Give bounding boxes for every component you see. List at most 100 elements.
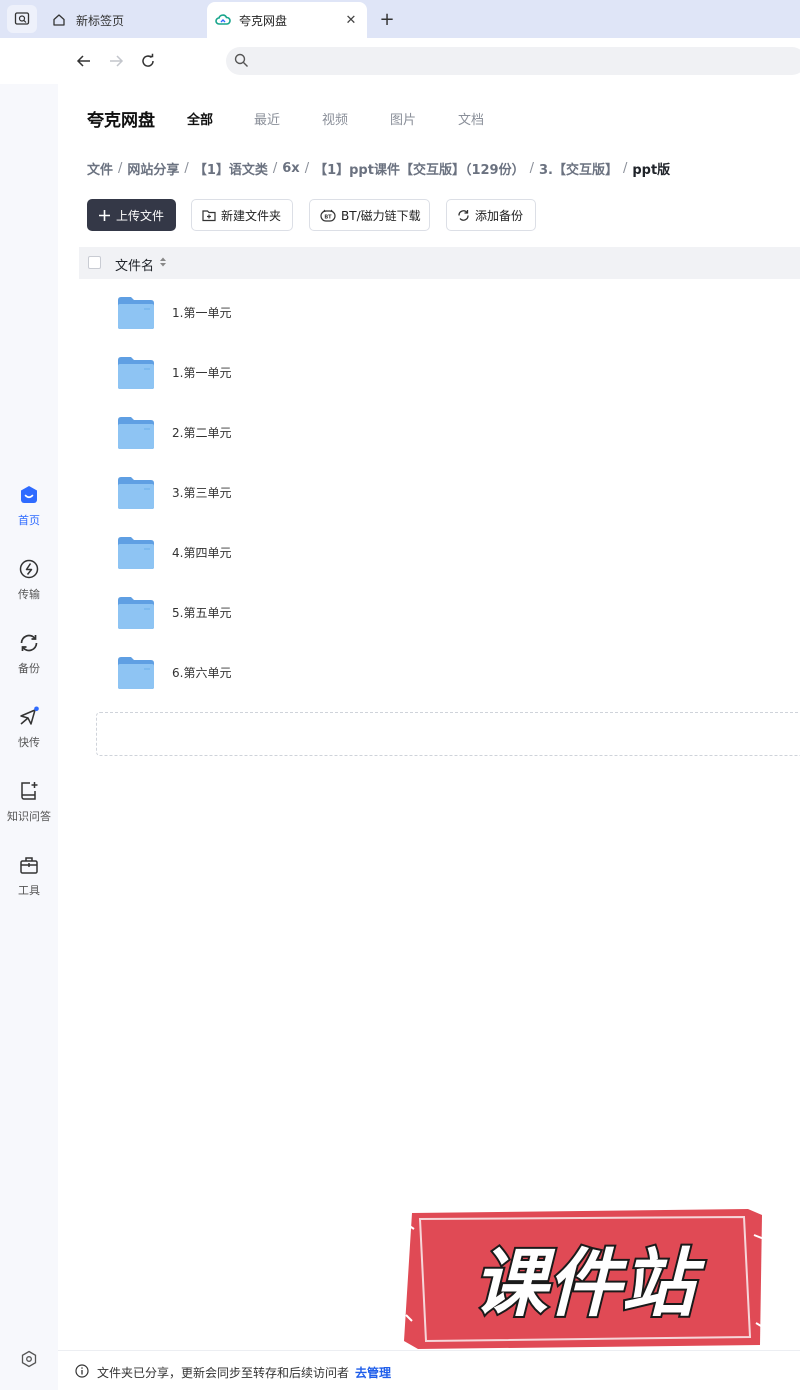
select-all-checkbox[interactable]: [88, 256, 101, 269]
sync-icon: [20, 634, 38, 652]
upload-button-label: 上传文件: [116, 208, 165, 223]
file-row[interactable]: 1.第一单元: [79, 343, 800, 403]
info-icon: [75, 1364, 89, 1378]
home-icon: [53, 14, 65, 26]
breadcrumb-separator: /: [529, 160, 534, 176]
sort-icon[interactable]: [159, 256, 167, 268]
new-folder-button[interactable]: 新建文件夹: [191, 199, 293, 231]
file-name: 6.第六单元: [172, 666, 232, 680]
breadcrumb: 文件 / 网站分享 / 【1】语文类 / 6x / 【1】ppt课件【交互版】（…: [87, 159, 671, 178]
sidebar-item-knowledge[interactable]: 知识问答: [0, 780, 58, 824]
toolbox-icon: [20, 857, 38, 874]
reload-icon[interactable]: [137, 50, 159, 72]
file-name: 5.第五单元: [172, 606, 232, 620]
folder-icon: [118, 357, 154, 389]
breadcrumb-item[interactable]: 【1】ppt课件【交互版】（129份）: [314, 159, 525, 178]
close-icon[interactable]: ✕: [343, 12, 359, 28]
watermark-text: 课件站: [473, 1241, 706, 1327]
breadcrumb-separator: /: [184, 160, 189, 176]
transfer-icon: [19, 559, 39, 579]
folder-icon: [118, 417, 154, 449]
file-row[interactable]: 5.第五单元: [79, 583, 800, 643]
bt-icon: BT: [320, 209, 336, 222]
sidebar-item-quick-send[interactable]: 快传: [0, 706, 58, 750]
file-name: 2.第二单元: [172, 426, 232, 440]
breadcrumb-item[interactable]: 3.【交互版】: [539, 159, 618, 178]
file-row[interactable]: 3.第三单元: [79, 463, 800, 523]
svg-text:BT: BT: [324, 214, 332, 220]
file-name: 4.第四单元: [172, 546, 232, 560]
knowledge-icon: [21, 782, 38, 800]
breadcrumb-current: ppt版: [632, 162, 671, 178]
breadcrumb-separator: /: [118, 160, 123, 176]
watermark-stamp: 课件站: [404, 1209, 767, 1349]
sidebar-item-label: 工具: [18, 884, 40, 897]
send-icon: [20, 706, 39, 725]
back-arrow-icon[interactable]: [73, 50, 95, 72]
folder-icon: [118, 297, 154, 329]
tab-quark-drive[interactable]: 夸克网盘 ✕: [207, 2, 367, 38]
share-status-text: 文件夹已分享，更新会同步至转存和后续访问者: [97, 1366, 350, 1380]
breadcrumb-item[interactable]: 6x: [282, 161, 299, 176]
folder-icon: [118, 597, 154, 629]
file-table-header: 文件名: [79, 247, 800, 279]
file-row[interactable]: 1.第一单元: [79, 283, 800, 343]
sidebar-item-tools[interactable]: 工具: [0, 854, 58, 898]
file-row[interactable]: 2.第二单元: [79, 403, 800, 463]
search-icon: [234, 53, 248, 67]
breadcrumb-separator: /: [622, 160, 628, 176]
sidebar-item-backup[interactable]: 备份: [0, 632, 58, 676]
sync-icon: [457, 209, 470, 222]
file-name: 1.第一单元: [172, 306, 232, 320]
sidebar-item-label: 首页: [18, 514, 40, 527]
tab-label: 夸克网盘: [239, 13, 288, 28]
cloud-icon: [215, 14, 231, 25]
upload-button[interactable]: 上传文件: [87, 199, 176, 231]
plus-icon: [98, 209, 111, 222]
tab-recent[interactable]: 最近: [254, 109, 280, 128]
tab-search-icon[interactable]: [7, 5, 37, 33]
breadcrumb-item[interactable]: 网站分享: [127, 159, 179, 178]
breadcrumb-separator: /: [272, 160, 278, 176]
sidebar-item-transfer[interactable]: 传输: [0, 558, 58, 602]
tab-document[interactable]: 文档: [458, 109, 484, 128]
tab-all[interactable]: 全部: [187, 109, 213, 128]
breadcrumb-separator: /: [304, 160, 310, 176]
folder-icon: [118, 477, 154, 509]
new-tab-button[interactable]: +: [376, 8, 398, 30]
bt-download-button-label: BT/磁力链下载: [341, 208, 421, 223]
bt-download-button[interactable]: BT BT/磁力链下载: [309, 199, 430, 231]
file-row[interactable]: 6.第六单元: [79, 643, 800, 703]
add-backup-button-label: 添加备份: [475, 208, 524, 223]
home-face-icon: [21, 486, 37, 503]
file-row[interactable]: 4.第四单元: [79, 523, 800, 583]
file-name: 1.第一单元: [172, 366, 232, 380]
drop-zone[interactable]: [96, 712, 800, 756]
url-input[interactable]: [226, 47, 800, 75]
tab-new-tab[interactable]: 新标签页: [42, 2, 202, 38]
left-sidebar: 首页 传输 备份 快传 知识问答 工具: [0, 84, 58, 1390]
folder-icon: [118, 537, 154, 569]
sidebar-item-home[interactable]: 首页: [0, 484, 58, 528]
breadcrumb-item[interactable]: 【1】语文类: [194, 159, 268, 178]
settings-icon[interactable]: [20, 1350, 38, 1372]
file-name: 3.第三单元: [172, 486, 232, 500]
new-folder-button-label: 新建文件夹: [221, 208, 282, 223]
column-header-name[interactable]: 文件名: [115, 255, 154, 274]
sidebar-item-label: 传输: [18, 588, 40, 601]
folder-icon: [118, 657, 154, 689]
add-backup-button[interactable]: 添加备份: [446, 199, 536, 231]
address-bar: [0, 38, 800, 84]
app-brand: 夸克网盘: [87, 111, 155, 131]
tab-label: 新标签页: [76, 13, 125, 28]
sidebar-item-label: 知识问答: [7, 810, 51, 823]
tab-image[interactable]: 图片: [390, 109, 416, 128]
new-folder-icon: [202, 209, 216, 222]
breadcrumb-item[interactable]: 文件: [87, 159, 113, 178]
browser-tab-bar: 新标签页 夸克网盘 ✕ +: [0, 0, 800, 38]
sidebar-item-label: 备份: [18, 662, 40, 675]
share-status-bar: 文件夹已分享，更新会同步至转存和后续访问者 去管理: [58, 1350, 800, 1390]
tab-video[interactable]: 视频: [322, 109, 348, 128]
forward-arrow-icon[interactable]: [105, 50, 127, 72]
manage-link[interactable]: 去管理: [355, 1364, 391, 1381]
